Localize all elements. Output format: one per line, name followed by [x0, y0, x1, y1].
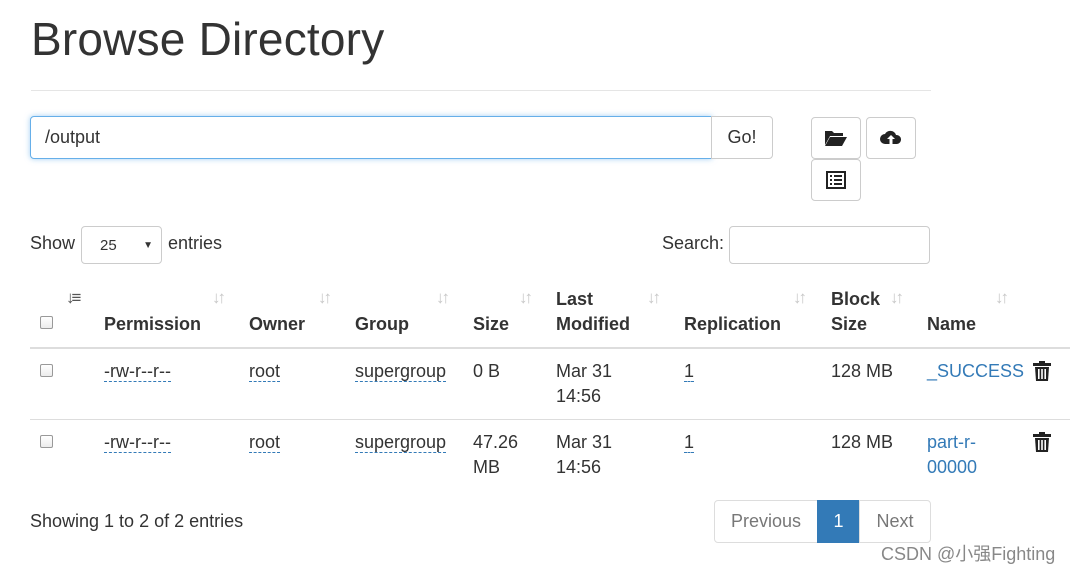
column-header-last-modified-line1: Last — [556, 289, 594, 309]
sort-icon[interactable]: ↓↑ — [647, 288, 661, 308]
column-header-permission[interactable]: Permission — [104, 312, 201, 337]
column-header-replication[interactable]: Replication — [684, 312, 781, 337]
create-directory-button[interactable] — [811, 117, 861, 159]
file-name-line2: 00000 — [927, 457, 978, 477]
go-button[interactable]: Go! — [711, 116, 773, 159]
group-value[interactable]: supergroup — [355, 361, 447, 382]
sort-icon[interactable]: ↓↑ — [318, 288, 332, 308]
column-header-block-size-line1: Block — [831, 289, 881, 309]
watermark-text: CSDN @小强Fighting — [881, 544, 1056, 564]
sort-icon[interactable]: ↓↑ — [995, 288, 1009, 308]
size-value-line2: MB — [473, 457, 500, 477]
show-label: Show — [30, 233, 76, 253]
entries-per-page-select[interactable]: 25 ▼ — [81, 226, 162, 264]
file-name-line1: _SUCCESS — [927, 361, 1025, 381]
group-value[interactable]: supergroup — [355, 432, 447, 453]
caret-down-icon: ▼ — [143, 240, 153, 251]
upload-files-button[interactable] — [866, 117, 916, 159]
search-label: Search: — [662, 233, 725, 253]
sort-icon[interactable]: ↓↑ — [519, 288, 533, 308]
page-title: Browse Directory — [31, 13, 385, 65]
next-page-button[interactable]: Next — [859, 500, 931, 543]
size-value: 47.26 MB — [473, 430, 518, 480]
pagination: Previous 1 Next — [714, 500, 931, 543]
column-header-name[interactable]: Name — [927, 312, 976, 337]
owner-value[interactable]: root — [249, 361, 281, 382]
list-alt-icon — [826, 171, 846, 189]
search-input[interactable] — [729, 226, 930, 264]
owner-value[interactable]: root — [249, 432, 281, 453]
entries-select-value: 25 — [100, 236, 117, 254]
select-all-checkbox[interactable] — [40, 316, 53, 329]
sort-icon[interactable]: ↓↑ — [436, 288, 450, 308]
sort-icon[interactable]: ↓↑ — [793, 288, 807, 308]
cloud-upload-icon — [879, 128, 903, 148]
last-modified-value: Mar 31 14:56 — [556, 430, 612, 480]
last-modified-date: Mar 31 — [556, 432, 613, 452]
sort-icon[interactable]: ↓↑ — [890, 288, 904, 308]
permission-value[interactable]: -rw-r--r-- — [104, 432, 171, 453]
replication-value[interactable]: 1 — [684, 432, 695, 453]
entries-label: entries — [168, 233, 223, 253]
column-header-block-size[interactable]: Block Size — [831, 287, 880, 337]
row-checkbox[interactable] — [40, 364, 53, 377]
size-value-line1: 0 B — [473, 361, 501, 381]
folder-open-icon — [824, 128, 848, 148]
page-1-button[interactable]: 1 — [817, 500, 860, 543]
previous-page-button[interactable]: Previous — [714, 500, 818, 543]
table-header-divider — [30, 347, 1070, 349]
sort-icon[interactable]: ↓↑ — [212, 288, 226, 308]
size-value-line1: 47.26 — [473, 432, 519, 452]
trash-icon[interactable] — [1033, 432, 1051, 457]
last-modified-date: Mar 31 — [556, 361, 613, 381]
column-header-size[interactable]: Size — [473, 312, 509, 337]
block-size-value: 128 MB — [831, 432, 894, 452]
file-name-line1: part-r- — [927, 432, 976, 452]
last-modified-value: Mar 31 14:56 — [556, 359, 612, 409]
column-header-owner[interactable]: Owner — [249, 312, 305, 337]
row-divider — [30, 419, 1070, 420]
path-input[interactable] — [30, 116, 712, 159]
cut-paste-button[interactable] — [811, 159, 861, 201]
last-modified-time: 14:56 — [556, 457, 602, 477]
last-modified-time: 14:56 — [556, 386, 602, 406]
trash-icon[interactable] — [1033, 361, 1051, 386]
file-name-link[interactable]: _SUCCESS — [927, 359, 1024, 384]
size-value: 0 B — [473, 359, 500, 384]
row-checkbox[interactable] — [40, 435, 53, 448]
column-header-block-size-line2: Size — [831, 314, 868, 334]
sort-ascending-icon[interactable]: ↓≡ — [66, 288, 82, 308]
block-size-value: 128 MB — [831, 361, 894, 381]
column-header-last-modified-line2: Modified — [556, 314, 630, 334]
permission-value[interactable]: -rw-r--r-- — [104, 361, 171, 382]
table-info: Showing 1 to 2 of 2 entries — [30, 511, 244, 531]
column-header-last-modified[interactable]: Last Modified — [556, 287, 630, 337]
column-header-group[interactable]: Group — [355, 312, 409, 337]
file-name-link[interactable]: part-r- 00000 — [927, 430, 977, 480]
title-divider — [31, 90, 931, 91]
replication-value[interactable]: 1 — [684, 361, 695, 382]
